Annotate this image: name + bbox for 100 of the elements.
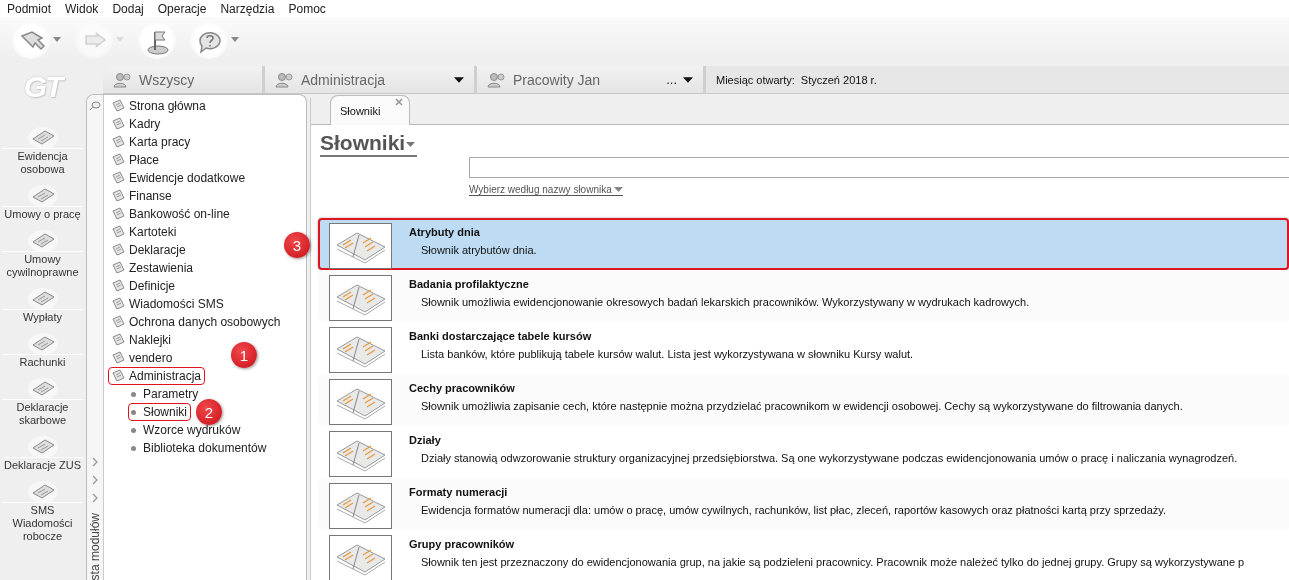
close-icon[interactable] bbox=[395, 98, 403, 106]
page-icon bbox=[111, 297, 125, 311]
month-label: Miesiąc otwarty: bbox=[716, 73, 795, 86]
page-icon bbox=[26, 227, 59, 251]
search-field[interactable] bbox=[469, 157, 1289, 178]
context-tab[interactable]: Pracowity Jan ... bbox=[477, 66, 706, 93]
module-button[interactable]: Deklaracje skarbowe bbox=[2, 399, 83, 427]
dictionary-description: Lista banków, które publikują tabele kursów walut. Lista jest wykorzystywana w słowniku Kursy walut. bbox=[421, 348, 914, 360]
nav-item[interactable]: Płace bbox=[108, 151, 164, 169]
page-icon bbox=[111, 279, 125, 293]
nav-item[interactable]: Strona główna bbox=[108, 97, 210, 115]
context-tab[interactable]: Wszyscy bbox=[103, 66, 265, 93]
page-icon bbox=[111, 135, 125, 149]
bullet-icon bbox=[131, 427, 136, 433]
dictionary-row[interactable]: Działy Działy stanowią odwzorowanie struktury organizacyjnej przedsiębiorstwa. Są one wykorzystywane podczas ewidencjonowania umów o pracę i naliczania wynagrodzeń. bbox=[318, 426, 1289, 478]
module-button[interactable]: SMS Wiadomości robocze bbox=[2, 502, 83, 543]
page-icon bbox=[111, 315, 125, 329]
dictionary-row[interactable]: Badania profilaktyczne Słownik umożliwia ewidencjonowanie okresowych badań lekarskich pracowników. Wykorzystywany w wydrukach kadrowych. bbox=[318, 270, 1289, 322]
dictionary-title: Formaty numeracji bbox=[409, 486, 509, 498]
menu-item[interactable]: Operacje bbox=[157, 1, 207, 16]
menu-item[interactable]: Narzędzia bbox=[220, 1, 275, 16]
book-icon bbox=[329, 275, 392, 321]
caret-icon bbox=[53, 37, 61, 42]
nav-item[interactable]: Deklaracje bbox=[108, 241, 190, 259]
help-icon bbox=[190, 20, 228, 59]
module-button[interactable]: Wypłaty bbox=[2, 309, 83, 324]
module-button[interactable]: Umowy cywilnoprawne bbox=[2, 251, 83, 279]
menu-item[interactable]: Widok bbox=[65, 1, 99, 16]
toolbar-button[interactable] bbox=[138, 20, 176, 59]
module-button[interactable]: Deklaracje ZUS bbox=[2, 457, 83, 472]
month-value: Styczeń 2018 r. bbox=[800, 73, 877, 86]
nav-item[interactable]: Definicje bbox=[108, 277, 180, 295]
nav-item[interactable]: vendero bbox=[108, 349, 177, 367]
nav-item[interactable]: Kadry bbox=[108, 115, 165, 133]
nav-item[interactable]: Kartoteki bbox=[108, 223, 181, 241]
bullet-icon bbox=[131, 409, 136, 415]
menu-item[interactable]: Pomoc bbox=[288, 1, 326, 16]
caret-icon bbox=[613, 187, 623, 192]
cursor-icon bbox=[12, 20, 50, 59]
toolbar-button[interactable] bbox=[190, 20, 239, 59]
page-icon bbox=[26, 478, 59, 502]
caret-icon bbox=[231, 37, 239, 42]
nav-item[interactable]: Karta pracy bbox=[108, 133, 195, 151]
page-icon bbox=[111, 171, 125, 185]
page-icon bbox=[111, 99, 125, 113]
chevron-icon[interactable] bbox=[91, 474, 99, 485]
dictionary-row[interactable]: Banki dostarczające tabele kursów Lista banków, które publikują tabele kursów walut. Lista jest wykorzystywana w słowniku Kursy walut. bbox=[318, 322, 1289, 374]
toolbar-button[interactable] bbox=[12, 20, 61, 59]
menu-item[interactable]: Podmiot bbox=[7, 1, 52, 16]
document-tab[interactable]: Słowniki bbox=[330, 95, 410, 125]
book-icon bbox=[329, 483, 392, 529]
page-icon bbox=[111, 351, 125, 365]
chevron-icon[interactable] bbox=[91, 456, 99, 467]
dictionary-title: Badania profilaktyczne bbox=[409, 278, 530, 290]
nav-item[interactable]: Bankowość on-line bbox=[108, 205, 234, 223]
page-icon bbox=[26, 330, 59, 354]
page-icon bbox=[111, 333, 125, 347]
chevron-icon[interactable] bbox=[91, 492, 99, 503]
module-button[interactable]: Ewidencja osobowa bbox=[2, 148, 83, 176]
dictionary-description: Ewidencja formatów numeracji dla: umów o pracę, umów cywilnych, rachunków, list płac, zleceń, raportów kasowych oraz płatności kartą przy sprzedaży. bbox=[421, 504, 1167, 516]
step-number-badge: 1 bbox=[231, 342, 257, 368]
dictionary-description: Działy stanowią odwzorowanie struktury organizacyjnej przedsiębiorstwa. Są one wykorzystywane podczas ewidencjonowania umów o pracę i naliczania wynagrodzeń. bbox=[421, 452, 1238, 464]
tab-label: Administracja bbox=[301, 71, 387, 88]
step-number-badge: 2 bbox=[196, 399, 222, 425]
caret-icon bbox=[406, 142, 416, 147]
page-icon bbox=[26, 285, 59, 309]
dictionary-description: Słownik umożliwia zapisanie cech, które następnie można przydzielać pracownikom w ewidencji osobowej. Cechy są wykorzystywane do filtrowania danych. bbox=[421, 400, 1183, 412]
page-heading[interactable]: Słowniki bbox=[320, 131, 418, 157]
dictionary-row[interactable]: Cechy pracowników Słownik umożliwia zapisanie cech, które następnie można przydzielać pracownikom w ewidencji osobowej. Cechy są wykorzystywane do filtrowania danych. bbox=[318, 374, 1289, 426]
module-button[interactable]: Rachunki bbox=[2, 354, 83, 369]
bullet-icon bbox=[131, 391, 136, 397]
dictionary-row[interactable]: Grupy pracowników Słownik ten jest przeznaczony do ewidencjonowania grup, na jakie są podzieleni pracownicy. Pracownik może należeć tylko do jednej grupy. Grupy są wykorzystywane p bbox=[318, 530, 1289, 580]
dictionary-description: Słownik atrybutów dnia. bbox=[421, 244, 537, 256]
dictionary-title: Cechy pracowników bbox=[409, 382, 516, 394]
nav-item[interactable]: Ochrona danych osobowych bbox=[108, 313, 285, 331]
caret-icon bbox=[454, 76, 464, 83]
page-icon bbox=[26, 375, 59, 399]
book-icon bbox=[329, 327, 392, 373]
panel-label: sta modułów bbox=[88, 512, 102, 580]
people-icon bbox=[487, 71, 507, 88]
nav-item[interactable]: Zestawienia bbox=[108, 259, 198, 277]
book-icon bbox=[329, 379, 392, 425]
dictionary-row[interactable]: Formaty numeracji Ewidencja formatów numeracji dla: umów o pracę, umów cywilnych, rachunków, list płac, zleceń, raportów kasowych oraz płatności kartą przy sprzedaży. bbox=[318, 478, 1289, 530]
people-icon bbox=[275, 71, 295, 88]
nav-item[interactable]: Biblioteka dokumentów bbox=[128, 439, 271, 457]
page-icon bbox=[111, 225, 125, 239]
book-icon bbox=[329, 431, 392, 477]
book-icon bbox=[329, 223, 392, 269]
menu-item[interactable]: Dodaj bbox=[112, 1, 144, 16]
module-button[interactable]: Umowy o pracę bbox=[2, 206, 83, 221]
page-icon bbox=[26, 182, 59, 206]
nav-item[interactable]: Ewidencje dodatkowe bbox=[108, 169, 250, 187]
nav-item[interactable]: Finanse bbox=[108, 187, 176, 205]
dictionary-description: Słownik umożliwia ewidencjonowanie okresowych badań lekarskich pracowników. Wykorzystywany w wydrukach kadrowych. bbox=[421, 296, 1030, 308]
dictionary-title: Banki dostarczające tabele kursów bbox=[409, 330, 593, 342]
nav-item[interactable]: Wiadomości SMS bbox=[108, 295, 228, 313]
page-icon bbox=[111, 261, 125, 275]
context-tab[interactable]: Administracja bbox=[265, 66, 477, 93]
filter-link[interactable]: Wybierz według nazwy słownika bbox=[469, 184, 623, 196]
bullet-icon bbox=[131, 445, 136, 451]
